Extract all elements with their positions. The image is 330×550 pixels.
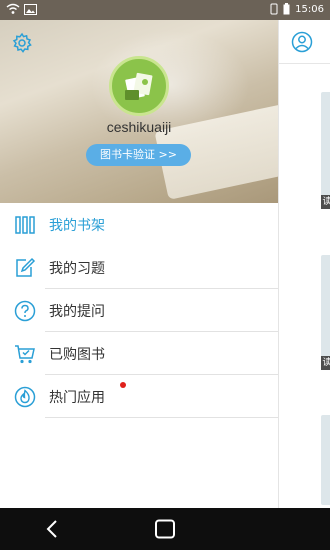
- menu-item-exercises[interactable]: 我的习题: [0, 246, 278, 289]
- profile-header: ceshikuaiji 图书卡验证 >>: [0, 20, 278, 203]
- menu-item-label: 我的书架: [49, 218, 105, 234]
- menu-divider: [45, 417, 278, 418]
- gear-icon[interactable]: [11, 32, 33, 54]
- menu-item-label: 已购图书: [49, 347, 105, 363]
- status-right-icons: 15:06: [270, 3, 324, 15]
- drawer-menu: 我的书架 我的习题 我的提问 已购图书 热门应用: [0, 203, 278, 418]
- book-avatar-icon: [125, 72, 153, 100]
- status-left-icons: [6, 3, 37, 15]
- back-icon[interactable]: [42, 518, 64, 540]
- menu-item-label: 我的习题: [49, 261, 105, 277]
- main-content-peek[interactable]: 读 读: [278, 20, 330, 508]
- book-card-peek[interactable]: [321, 255, 330, 365]
- book-card-verify-button[interactable]: 图书卡验证 >>: [86, 144, 191, 166]
- notification-icon: [270, 3, 278, 15]
- question-icon: [14, 300, 36, 322]
- menu-item-purchased-books[interactable]: 已购图书: [0, 332, 278, 375]
- book-card-peek[interactable]: [321, 415, 330, 505]
- flame-icon: [14, 386, 36, 408]
- system-nav-bar: [0, 508, 330, 550]
- navigation-drawer: ceshikuaiji 图书卡验证 >> 我的书架 我的习题 我的提问 已购图书…: [0, 20, 278, 508]
- wifi-icon: [6, 3, 20, 14]
- edit-note-icon: [16, 257, 36, 277]
- username: ceshikuaiji: [106, 119, 172, 135]
- menu-item-label: 我的提问: [49, 304, 105, 320]
- user-icon[interactable]: [291, 31, 313, 53]
- avatar[interactable]: [109, 56, 169, 116]
- image-icon: [24, 3, 37, 15]
- read-tag[interactable]: 读: [321, 195, 330, 209]
- menu-item-popular-apps[interactable]: 热门应用: [0, 375, 278, 418]
- menu-item-bookshelf[interactable]: 我的书架: [0, 203, 278, 246]
- menu-item-label: 热门应用: [49, 390, 105, 406]
- bookshelf-icon: [15, 216, 35, 234]
- status-bar: 15:06: [0, 0, 330, 20]
- status-time: 15:06: [295, 3, 324, 15]
- new-badge-dot: [120, 382, 126, 388]
- main-header: [279, 20, 330, 64]
- read-tag[interactable]: 读: [321, 356, 330, 370]
- battery-icon: [283, 3, 290, 15]
- home-icon[interactable]: [154, 519, 176, 539]
- cart-icon: [15, 345, 35, 364]
- book-card-peek[interactable]: [321, 92, 330, 202]
- menu-item-questions[interactable]: 我的提问: [0, 289, 278, 332]
